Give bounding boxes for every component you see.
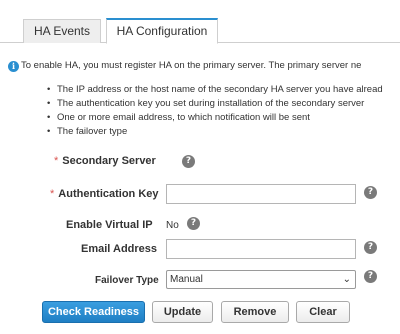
failover-type-select[interactable]: Manual ⌄ (166, 270, 356, 289)
list-item: The IP address or the host name of the s… (47, 83, 400, 97)
enable-virtual-ip-label: Enable Virtual IP (66, 219, 153, 231)
required-marker: * (50, 188, 55, 200)
help-icon[interactable]: ? (364, 270, 377, 283)
email-address-input[interactable] (166, 239, 356, 259)
authentication-key-label: * Authentication Key (50, 188, 159, 200)
info-notice: i To enable HA, you must register HA on t… (8, 60, 400, 72)
help-icon[interactable]: ? (182, 155, 195, 168)
tab-bar: HA Events HA Configuration (0, 18, 400, 44)
help-icon[interactable]: ? (364, 186, 377, 199)
info-icon: i (8, 61, 19, 72)
clear-button[interactable]: Clear (296, 301, 350, 323)
requirements-list: The IP address or the host name of the s… (47, 83, 400, 139)
authentication-key-input[interactable] (166, 184, 356, 204)
update-button[interactable]: Update (152, 301, 213, 323)
help-icon[interactable]: ? (364, 241, 377, 254)
required-marker: * (54, 155, 59, 167)
remove-button[interactable]: Remove (221, 301, 289, 323)
failover-type-value: Manual (170, 274, 203, 285)
virtual-ip-value: No (166, 220, 179, 231)
tab-ha-configuration[interactable]: HA Configuration (106, 18, 218, 44)
list-item: One or more email address, to which noti… (47, 111, 400, 125)
tab-ha-events[interactable]: HA Events (23, 19, 101, 43)
chevron-down-icon: ⌄ (342, 274, 351, 285)
failover-type-label: Failover Type (95, 275, 159, 286)
list-item: The authentication key you set during in… (47, 97, 400, 111)
help-icon[interactable]: ? (187, 217, 200, 230)
email-address-label: Email Address (81, 243, 158, 255)
list-item: The failover type (47, 125, 400, 139)
check-readiness-button[interactable]: Check Readiness (42, 301, 145, 323)
secondary-server-label: * Secondary Server (54, 155, 156, 167)
notice-text: To enable HA, you must register HA on th… (21, 60, 362, 71)
